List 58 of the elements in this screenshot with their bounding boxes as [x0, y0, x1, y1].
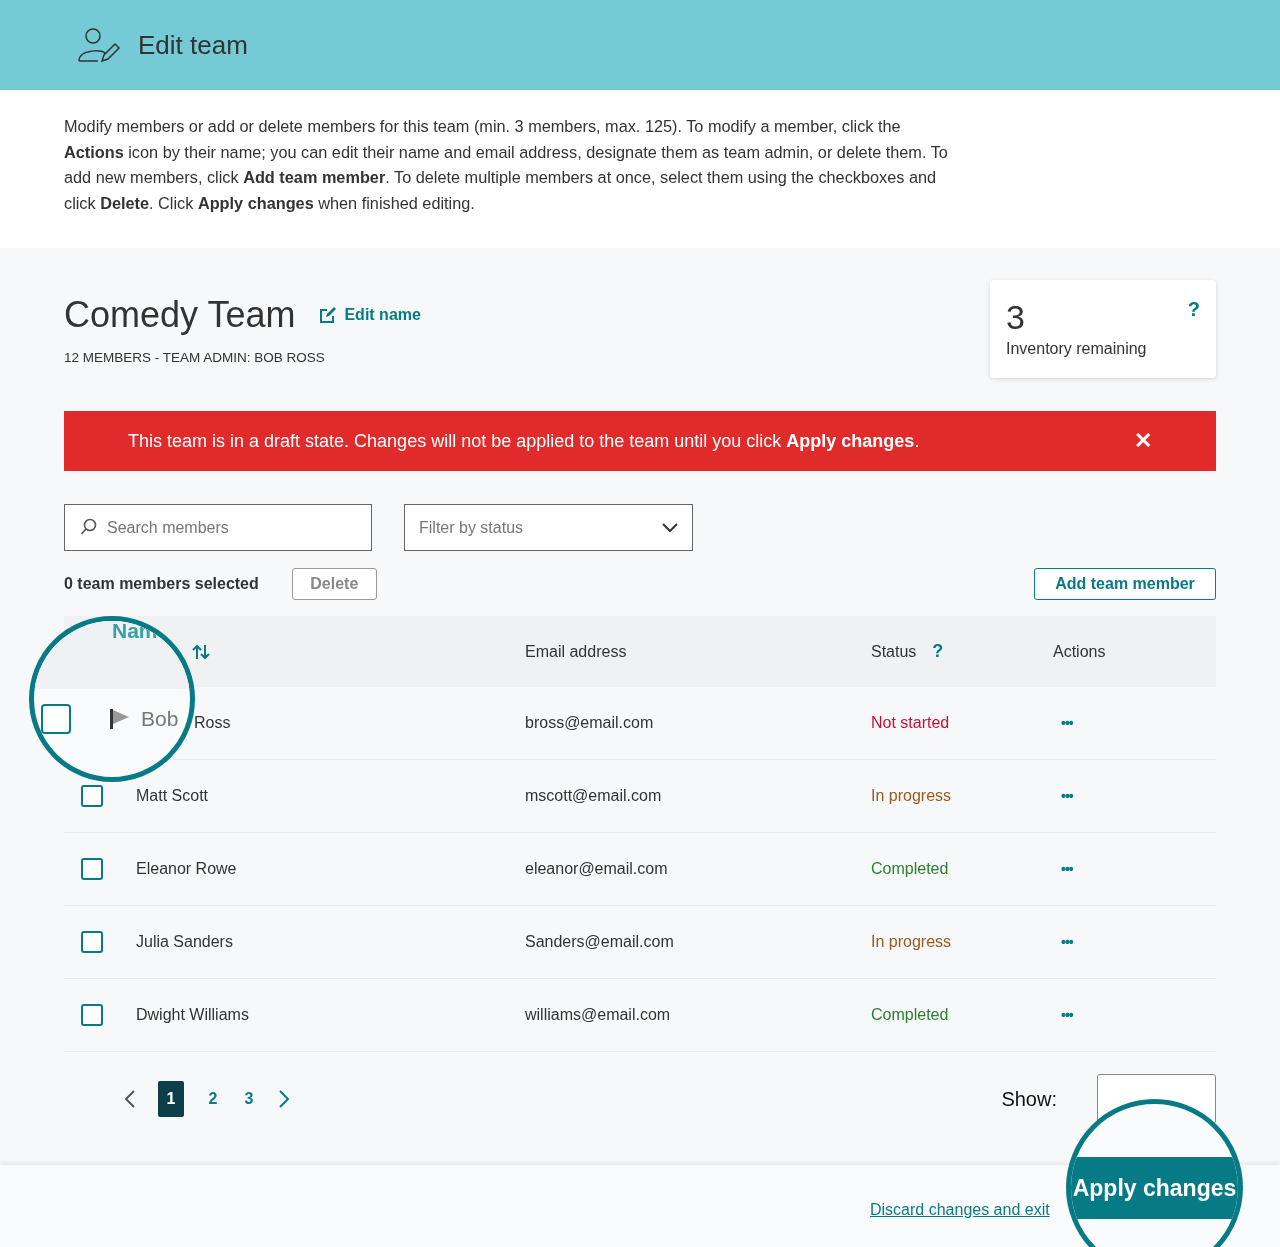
previous-page-icon[interactable] [124, 1090, 136, 1108]
page-button[interactable]: 3 [242, 1090, 256, 1108]
member-email: williams@email.com [525, 1006, 671, 1023]
actions-menu-button[interactable]: ••• [1061, 788, 1073, 804]
discard-link[interactable]: Discard changes and exit [870, 1201, 1050, 1219]
search-icon [80, 518, 98, 536]
apply-changes-button[interactable]: Apply changes [1071, 1157, 1238, 1219]
member-name: Julia Sanders [136, 933, 233, 950]
search-field[interactable]: Search members [64, 504, 372, 551]
row-checkbox[interactable] [81, 931, 103, 953]
page-button[interactable]: 2 [206, 1090, 220, 1108]
help-icon[interactable]: ? [932, 641, 944, 662]
column-header: Actions [1053, 642, 1106, 660]
next-page-icon[interactable] [278, 1090, 290, 1108]
row-checkbox[interactable] [81, 1004, 103, 1026]
member-name: Bob [141, 707, 179, 731]
page-button[interactable]: 1 [158, 1081, 184, 1117]
row-checkbox[interactable] [81, 785, 103, 807]
flag-icon [109, 708, 131, 730]
member-status: Completed [871, 1006, 949, 1024]
member-status: Not started [871, 714, 950, 732]
alert-message: This team is in a draft state. Changes will not be applied to the team until you click Apply changes. [128, 430, 920, 452]
member-status: Completed [871, 860, 949, 878]
column-header: Status [871, 642, 917, 661]
member-name: Ross [194, 714, 231, 731]
inventory-count: 3 [1006, 298, 1025, 336]
member-status: In progress [871, 787, 952, 805]
help-icon[interactable]: ? [1187, 298, 1200, 336]
member-name: Matt Scott [136, 787, 209, 804]
member-name: Eleanor Rowe [136, 860, 237, 877]
close-button[interactable]: ✕ [1134, 428, 1152, 454]
chevron-down-icon [662, 522, 678, 533]
inventory-label: Inventory remaining [1006, 340, 1148, 358]
user-edit-icon [78, 27, 122, 63]
row-checkbox[interactable] [81, 858, 103, 880]
actions-menu-button[interactable]: ••• [1061, 715, 1073, 731]
sort-icon[interactable] [192, 643, 210, 660]
column-header: Email address [525, 642, 627, 660]
member-email: Sanders@email.com [525, 933, 674, 950]
member-email: mscott@email.com [525, 787, 662, 804]
member-email: bross@email.com [525, 714, 654, 731]
member-name: Dwight Williams [136, 1006, 249, 1023]
status-filter-dropdown[interactable]: Filter by status [404, 504, 693, 551]
team-summary: 12 MEMBERS - TEAM ADMIN: BOB ROSS [64, 350, 326, 365]
page-title: Edit team [138, 29, 248, 61]
actions-menu-button[interactable]: ••• [1061, 861, 1073, 877]
actions-menu-button[interactable]: ••• [1061, 1007, 1073, 1023]
actions-menu-button[interactable]: ••• [1061, 934, 1073, 950]
show-label: Show: [1001, 1087, 1057, 1111]
member-status: In progress [871, 933, 952, 951]
member-email: eleanor@email.com [525, 860, 668, 877]
edit-icon[interactable] [319, 306, 337, 324]
intro-text: Modify members or add or delete members for this team (min. 3 members, max. 125). To modify a member, click the Actions icon by their name; you can edit their name and email address, designate them as team admin, or delete them. To add new members, click Add team member. To delete multiple members at once, select them using the checkboxes and click Delete. Click Apply changes when finished editing. [64, 116, 949, 214]
row-checkbox[interactable] [41, 704, 71, 734]
edit-name-link[interactable]: Edit name [319, 306, 421, 324]
add-member-button[interactable]: Add team member [1034, 567, 1216, 600]
selected-count: 0 team members selected [64, 574, 259, 593]
team-name: Comedy Team [64, 294, 296, 336]
